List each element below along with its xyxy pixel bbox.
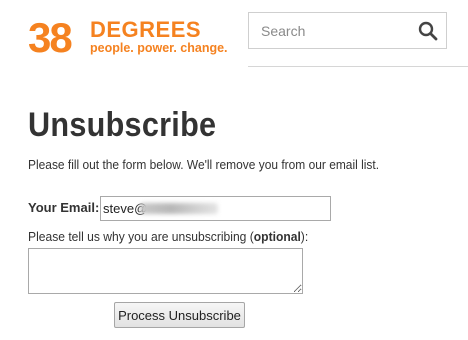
email-redaction — [140, 203, 218, 214]
reason-label-optional: optional — [253, 229, 301, 244]
logo-word: DEGREES — [90, 17, 202, 42]
site-logo[interactable]: 38 DEGREES people. power. change. — [28, 14, 228, 61]
unsubscribe-page: 38 DEGREES people. power. change. Unsubs… — [0, 0, 468, 340]
process-unsubscribe-button[interactable]: Process Unsubscribe — [114, 302, 245, 328]
email-label: Your Email: — [28, 200, 100, 215]
search-icon[interactable] — [418, 21, 438, 41]
search-box — [248, 12, 447, 49]
intro-text: Please fill out the form below. We'll re… — [28, 157, 380, 172]
reason-textarea[interactable] — [28, 248, 303, 294]
reason-label-prefix: Please tell us why you are unsubscribing… — [28, 229, 254, 244]
reason-label: Please tell us why you are unsubscribing… — [28, 229, 308, 245]
logo-number: 38 — [28, 14, 73, 61]
search-input[interactable] — [249, 13, 409, 48]
reason-label-suffix: ): — [300, 229, 309, 244]
header-divider — [248, 66, 468, 67]
page-title: Unsubscribe — [28, 106, 217, 144]
logo-tagline: people. power. change. — [90, 41, 228, 55]
